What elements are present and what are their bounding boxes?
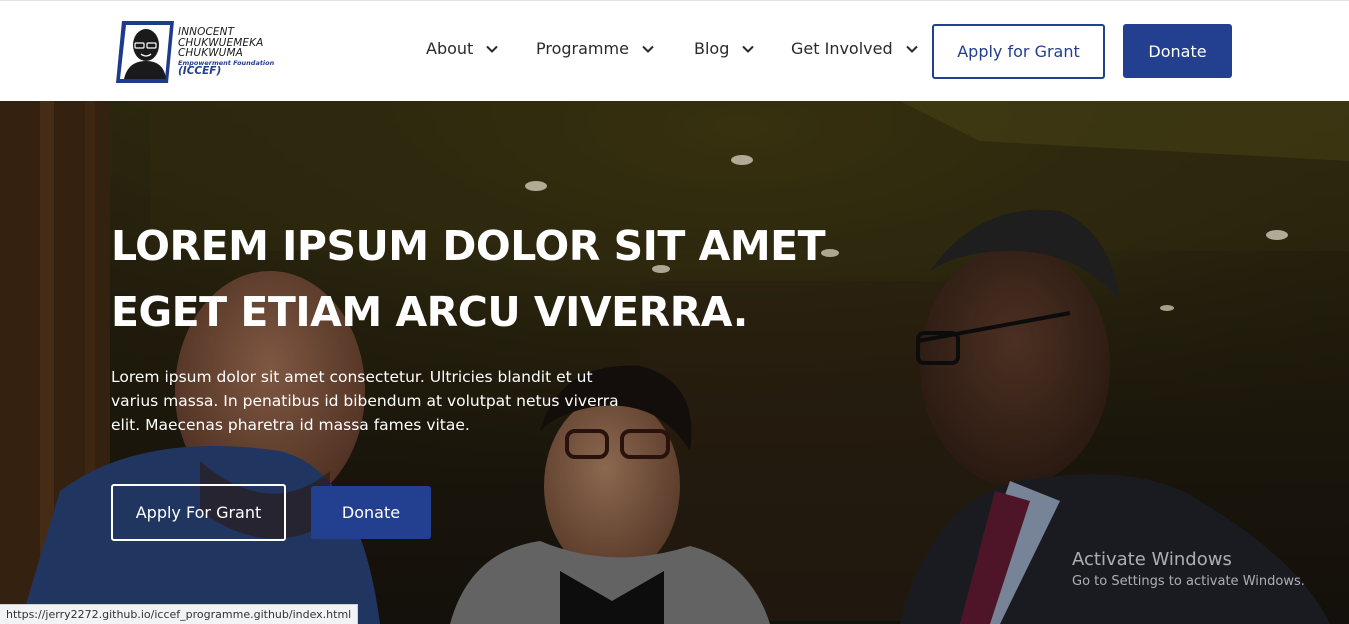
nav-item-about[interactable]: About xyxy=(426,39,499,58)
chevron-down-icon xyxy=(642,45,654,53)
site-header: INNOCENT CHUKWUEMEKA CHUKWUMA Empowermen… xyxy=(0,0,1349,101)
site-logo[interactable]: INNOCENT CHUKWUEMEKA CHUKWUMA Empowermen… xyxy=(116,20,286,84)
nav-item-label: Programme xyxy=(536,39,629,58)
nav-item-label: Blog xyxy=(694,39,730,58)
logo-portrait-icon xyxy=(116,21,174,83)
activate-windows-watermark: Activate Windows Go to Settings to activ… xyxy=(1072,549,1305,589)
logo-acronym: (ICCEF) xyxy=(178,65,222,78)
nav-item-blog[interactable]: Blog xyxy=(694,39,755,58)
status-bar-url: https://jerry2272.github.io/iccef_progra… xyxy=(0,604,359,624)
hero-title-line-2: EGET ETIAM ARCU VIVERRA. xyxy=(111,288,748,336)
logo-line-3: CHUKWUMA xyxy=(178,47,243,60)
nav-item-programme[interactable]: Programme xyxy=(536,39,654,58)
activate-windows-title: Activate Windows xyxy=(1072,549,1232,570)
hero-dark-overlay xyxy=(0,101,1349,624)
hero-donate-button[interactable]: Donate xyxy=(311,486,431,539)
chevron-down-icon xyxy=(742,45,755,53)
hero-apply-for-grant-button[interactable]: Apply For Grant xyxy=(111,484,286,541)
activate-windows-subtitle: Go to Settings to activate Windows. xyxy=(1072,574,1305,589)
apply-for-grant-button[interactable]: Apply for Grant xyxy=(932,24,1105,79)
hero-title-line-1: LOREM IPSUM DOLOR SIT AMET xyxy=(111,222,826,270)
logo-text: INNOCENT CHUKWUEMEKA CHUKWUMA Empowermen… xyxy=(178,27,274,77)
chevron-down-icon xyxy=(905,45,918,53)
nav-item-get-involved[interactable]: Get Involved xyxy=(791,39,918,58)
nav-item-label: About xyxy=(426,39,474,58)
donate-button[interactable]: Donate xyxy=(1123,24,1232,78)
chevron-down-icon xyxy=(486,45,499,53)
hero-section: LOREM IPSUM DOLOR SIT AMET EGET ETIAM AR… xyxy=(0,101,1349,624)
hero-description: Lorem ipsum dolor sit amet consectetur. … xyxy=(111,368,619,434)
nav-item-label: Get Involved xyxy=(791,39,893,58)
hero-title: LOREM IPSUM DOLOR SIT AMET EGET ETIAM AR… xyxy=(111,213,831,345)
